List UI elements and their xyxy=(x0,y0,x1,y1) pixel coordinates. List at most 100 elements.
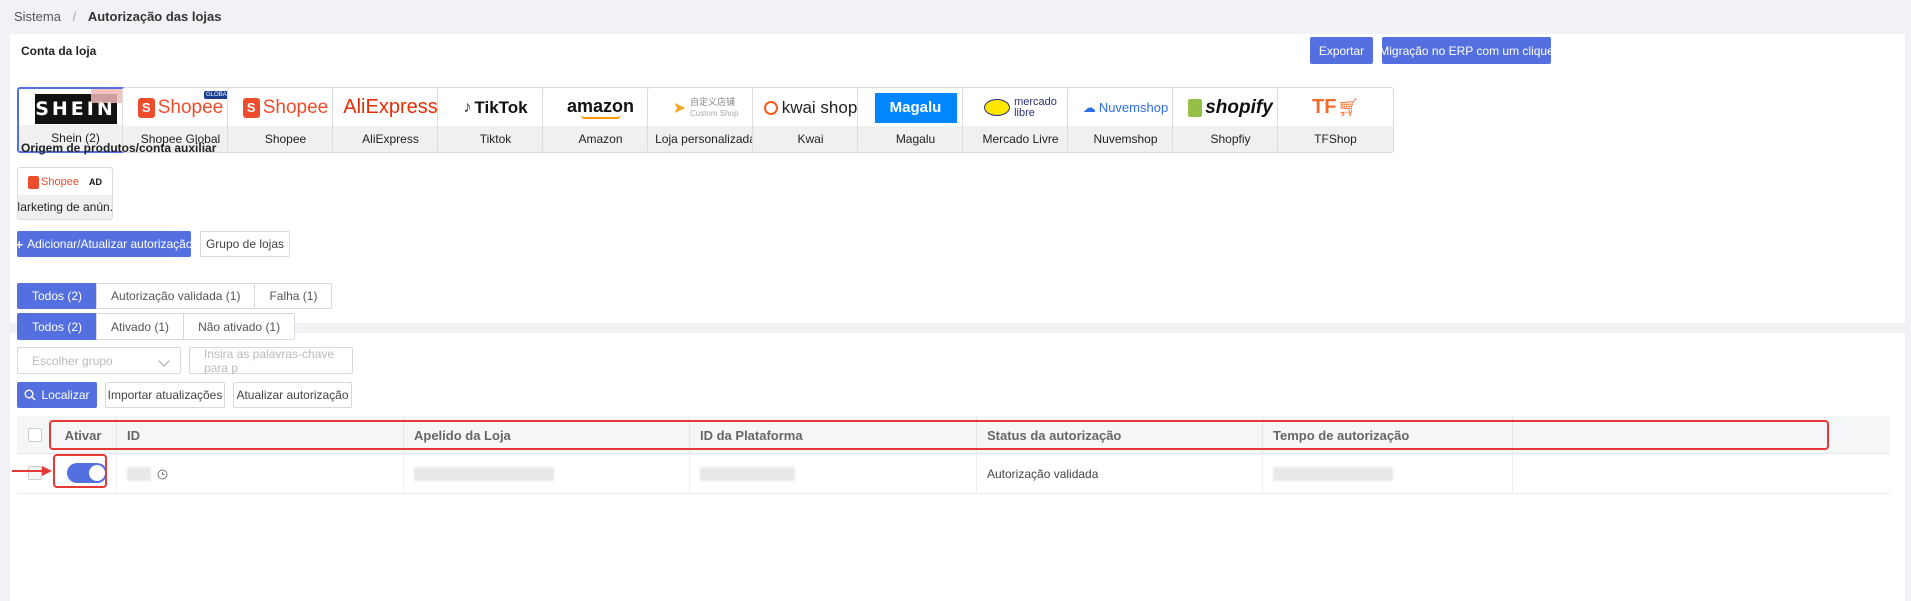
auth-status-cell: Autorização validada xyxy=(976,454,1262,494)
redacted-id xyxy=(127,467,151,481)
store-account-panel: Conta da loja Exportar Migração no ERP c… xyxy=(10,34,1905,323)
search-button[interactable]: Localizar xyxy=(17,382,97,408)
shopee-bag-icon: S xyxy=(242,97,260,118)
store-label: Kwai xyxy=(753,126,868,152)
shein-logo: SHEIN xyxy=(19,89,132,128)
store-label: Tiktok xyxy=(438,126,553,152)
store-card-aliexpress[interactable]: AliExpress AliExpress xyxy=(332,87,449,153)
tiktok-logo: ♪ TikTok xyxy=(463,97,528,117)
amazon-smile-icon xyxy=(580,115,621,119)
column-header-store-nickname: Apelido da Loja xyxy=(403,416,689,454)
clock-icon[interactable] xyxy=(157,469,168,480)
store-nickname-cell xyxy=(403,454,689,494)
column-header-auth-status: Status da autorização xyxy=(976,416,1262,454)
auth-time-cell xyxy=(1262,454,1512,494)
aliexpress-logo: AliExpress xyxy=(343,96,438,118)
store-group-button[interactable]: Grupo de lojas xyxy=(200,231,290,257)
redacted-nickname xyxy=(414,467,554,481)
tab-not-activated[interactable]: Não ativado (1) xyxy=(183,313,296,340)
shopee-bag-icon: S xyxy=(137,97,155,118)
column-header-platform-id: ID da Plataforma xyxy=(689,416,976,454)
shopee-ads-logo: Shopee AD xyxy=(18,168,112,196)
tab-auth-failed[interactable]: Falha (1) xyxy=(254,283,333,309)
breadcrumb-root[interactable]: Sistema xyxy=(14,9,61,24)
column-header-auth-time: Tempo de autorização xyxy=(1262,416,1512,454)
shopee-global-logo: S Shopee GLOBAL xyxy=(123,88,238,127)
shopify-bag-icon xyxy=(1188,98,1203,117)
store-card-shopify[interactable]: shopify Shopfiy xyxy=(1172,87,1289,153)
chevron-down-icon xyxy=(158,355,170,367)
tab-all-active[interactable]: Todos (2) xyxy=(17,313,98,340)
cart-icon: 🛒︎ xyxy=(1337,97,1360,117)
store-label: Shopee xyxy=(228,126,343,152)
table-row: Autorização validada xyxy=(17,454,1890,494)
export-button[interactable]: Exportar xyxy=(1310,37,1373,64)
store-card-tiktok[interactable]: ♪ TikTok Tiktok xyxy=(437,87,554,153)
redacted-platform-id xyxy=(700,467,795,481)
cloud-icon: ☁ xyxy=(1082,99,1096,115)
custom-shop-logo: ➤ 自定义店铺 Custom Shop xyxy=(672,96,739,118)
tab-auth-valid[interactable]: Autorização validada (1) xyxy=(96,283,256,309)
shopee-bag-icon xyxy=(28,175,40,189)
aux-section-title: Origem de produtos/conta auxiliar xyxy=(21,141,217,155)
tab-activated[interactable]: Ativado (1) xyxy=(96,313,185,340)
mercado-livre-logo: mercado libre xyxy=(963,88,1078,127)
active-cell xyxy=(50,454,116,494)
store-label: Loja personalizada xyxy=(648,126,763,152)
active-toggle[interactable] xyxy=(67,463,107,483)
plus-icon: + xyxy=(15,236,24,252)
store-card-custom-shop[interactable]: ➤ 自定义店铺 Custom Shop Loja personalizada xyxy=(647,87,764,153)
store-label: Magalu xyxy=(858,126,973,152)
store-label: Amazon xyxy=(543,126,658,152)
search-icon xyxy=(24,389,36,401)
store-card-nuvemshop[interactable]: ☁ Nuvemshop Nuvemshop xyxy=(1067,87,1184,153)
store-label: TFShop xyxy=(1278,126,1393,152)
breadcrumb: Sistema / Autorização das lojas xyxy=(14,9,222,24)
redacted-auth-time xyxy=(1273,467,1393,481)
keyword-input[interactable]: Insira as palavras-chave para p xyxy=(189,347,353,375)
tiktok-note-icon: ♪ xyxy=(463,98,472,116)
erp-migration-button[interactable]: Migração no ERP com um clique xyxy=(1379,37,1554,64)
group-select[interactable]: Escolher grupo xyxy=(17,347,181,374)
select-all-checkbox[interactable] xyxy=(28,428,42,442)
store-section-title: Conta da loja xyxy=(21,44,97,58)
handshake-icon xyxy=(984,99,1011,116)
store-card-magalu[interactable]: Magalu Magalu xyxy=(857,87,974,153)
store-card-tfshop[interactable]: TF 🛒︎ TFShop xyxy=(1277,87,1394,153)
auth-status-tabs: Todos (2) Autorização validada (1) Falha… xyxy=(17,283,333,309)
shopify-logo: shopify xyxy=(1173,88,1288,127)
import-updates-button[interactable]: Importar atualizações xyxy=(105,382,225,408)
store-label: Shopfiy xyxy=(1173,126,1288,152)
column-header-extra xyxy=(1512,416,1890,454)
amazon-logo: amazon xyxy=(543,88,658,127)
red-arrow-icon xyxy=(12,466,52,476)
platform-id-cell xyxy=(689,454,976,494)
store-card-shopee[interactable]: S Shopee Shopee xyxy=(227,87,344,153)
breadcrumb-current: Autorização das lojas xyxy=(87,9,222,24)
store-table: Ativar ID Apelido da Loja ID da Platafor… xyxy=(17,416,1890,506)
store-card-shopee-ads[interactable]: Shopee AD Marketing de anún... xyxy=(17,167,113,220)
extra-cell xyxy=(1512,454,1890,494)
magalu-logo: Magalu xyxy=(858,88,973,127)
shopee-logo: S Shopee xyxy=(228,88,343,127)
table-header: Ativar ID Apelido da Loja ID da Platafor… xyxy=(17,416,1890,454)
kwai-icon xyxy=(763,100,778,115)
add-authorization-button[interactable]: + Adicionar/Atualizar autorização xyxy=(15,231,193,257)
store-label: Mercado Livre xyxy=(963,126,1078,152)
refresh-authorization-button[interactable]: Atualizar autorização xyxy=(233,382,352,408)
column-header-active: Ativar xyxy=(64,427,102,443)
id-cell xyxy=(116,454,403,494)
store-label: AliExpress xyxy=(333,126,448,152)
store-card-amazon[interactable]: amazon Amazon xyxy=(542,87,659,153)
store-card-mercado-livre[interactable]: mercado libre Mercado Livre xyxy=(962,87,1079,153)
tab-all-auth[interactable]: Todos (2) xyxy=(17,283,98,309)
tfshop-logo: TF 🛒︎ xyxy=(1311,96,1360,118)
kwai-logo: kwai shop xyxy=(753,88,868,127)
column-header-id: ID xyxy=(116,416,403,454)
breadcrumb-separator: / xyxy=(72,9,77,24)
custom-shop-icon: ➤ xyxy=(672,99,686,117)
nuvemshop-logo: ☁ Nuvemshop xyxy=(1082,99,1169,116)
activation-tabs: Todos (2) Ativado (1) Não ativado (1) xyxy=(17,313,296,340)
store-card-kwai[interactable]: kwai shop Kwai xyxy=(752,87,869,153)
store-label: Nuvemshop xyxy=(1068,126,1183,152)
